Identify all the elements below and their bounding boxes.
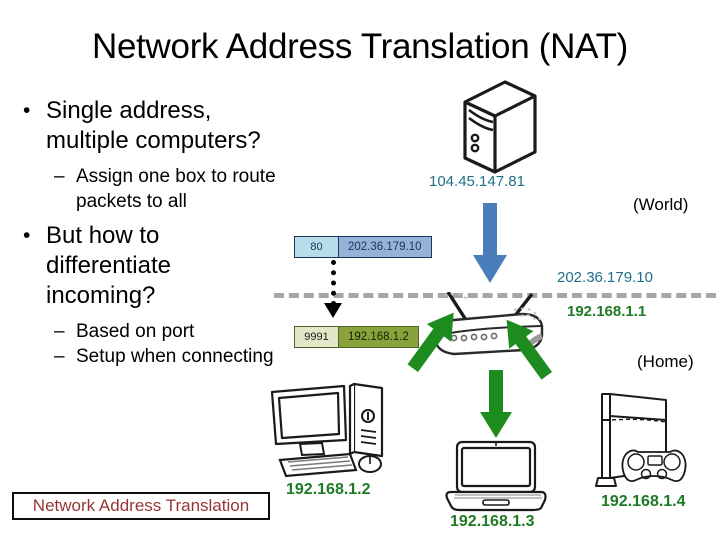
- inbound-traffic-arrow-head: [473, 255, 507, 283]
- router-lan-ip-label: 192.168.1.1: [567, 303, 647, 320]
- packet-private-port: 9991: [295, 327, 339, 347]
- console-ip-label: 192.168.1.4: [601, 493, 686, 510]
- packet-public-address: 202.36.179.10: [339, 237, 431, 257]
- bullet-marker-icon: •: [23, 99, 31, 122]
- bullet-list: • Single address, multiple computers? – …: [14, 96, 282, 369]
- bullet-item-3: • But how to differentiate incoming?: [14, 221, 282, 311]
- bullet-marker-icon: •: [23, 224, 31, 247]
- world-region-label: (World): [633, 195, 689, 214]
- dash-marker-icon: –: [54, 321, 65, 342]
- desktop-ip-label: 192.168.1.2: [286, 481, 371, 498]
- bullet-item-5: – Setup when connecting: [14, 344, 282, 369]
- bullet-text: But how to differentiate incoming?: [46, 222, 171, 309]
- bullet-item-2: – Assign one box to route packets to all: [14, 164, 282, 214]
- nat-term-box: Network Address Translation: [12, 492, 270, 520]
- bullet-text: Single address, multiple computers?: [46, 97, 261, 154]
- translation-arrow-shaft: [331, 260, 336, 306]
- laptop-ip-label: 192.168.1.3: [450, 513, 535, 530]
- packet-public-port: 80: [295, 237, 339, 257]
- desktop-computer-icon: [266, 382, 392, 482]
- home-region-label: (Home): [637, 352, 694, 371]
- bullet-item-1: • Single address, multiple computers?: [14, 96, 282, 156]
- page-title: Network Address Translation (NAT): [91, 27, 629, 66]
- server-tower-icon: [449, 76, 549, 176]
- bullet-text: Assign one box to route packets to all: [76, 166, 276, 212]
- bullet-text: Based on port: [76, 321, 195, 342]
- arrow-head: [480, 412, 512, 438]
- laptop-computer-icon: [441, 438, 551, 516]
- translation-arrow-head: [324, 303, 342, 318]
- arrow-shaft: [489, 370, 503, 414]
- packet-private-address: 192.168.1.2: [339, 327, 418, 347]
- dash-marker-icon: –: [54, 346, 65, 367]
- packet-public: 80 202.36.179.10: [294, 236, 432, 258]
- slide-canvas: Network Address Translation (NAT) • Sing…: [0, 0, 720, 540]
- game-console-icon: [588, 382, 700, 488]
- bullet-item-4: – Based on port: [14, 319, 282, 344]
- bullet-text: Setup when connecting: [76, 346, 274, 367]
- server-ip-label: 104.45.147.81: [429, 173, 525, 190]
- packet-private: 9991 192.168.1.2: [294, 326, 419, 348]
- router-wan-ip-label: 202.36.179.10: [557, 269, 653, 286]
- dash-marker-icon: –: [54, 166, 65, 187]
- inbound-traffic-arrow-shaft: [483, 203, 497, 257]
